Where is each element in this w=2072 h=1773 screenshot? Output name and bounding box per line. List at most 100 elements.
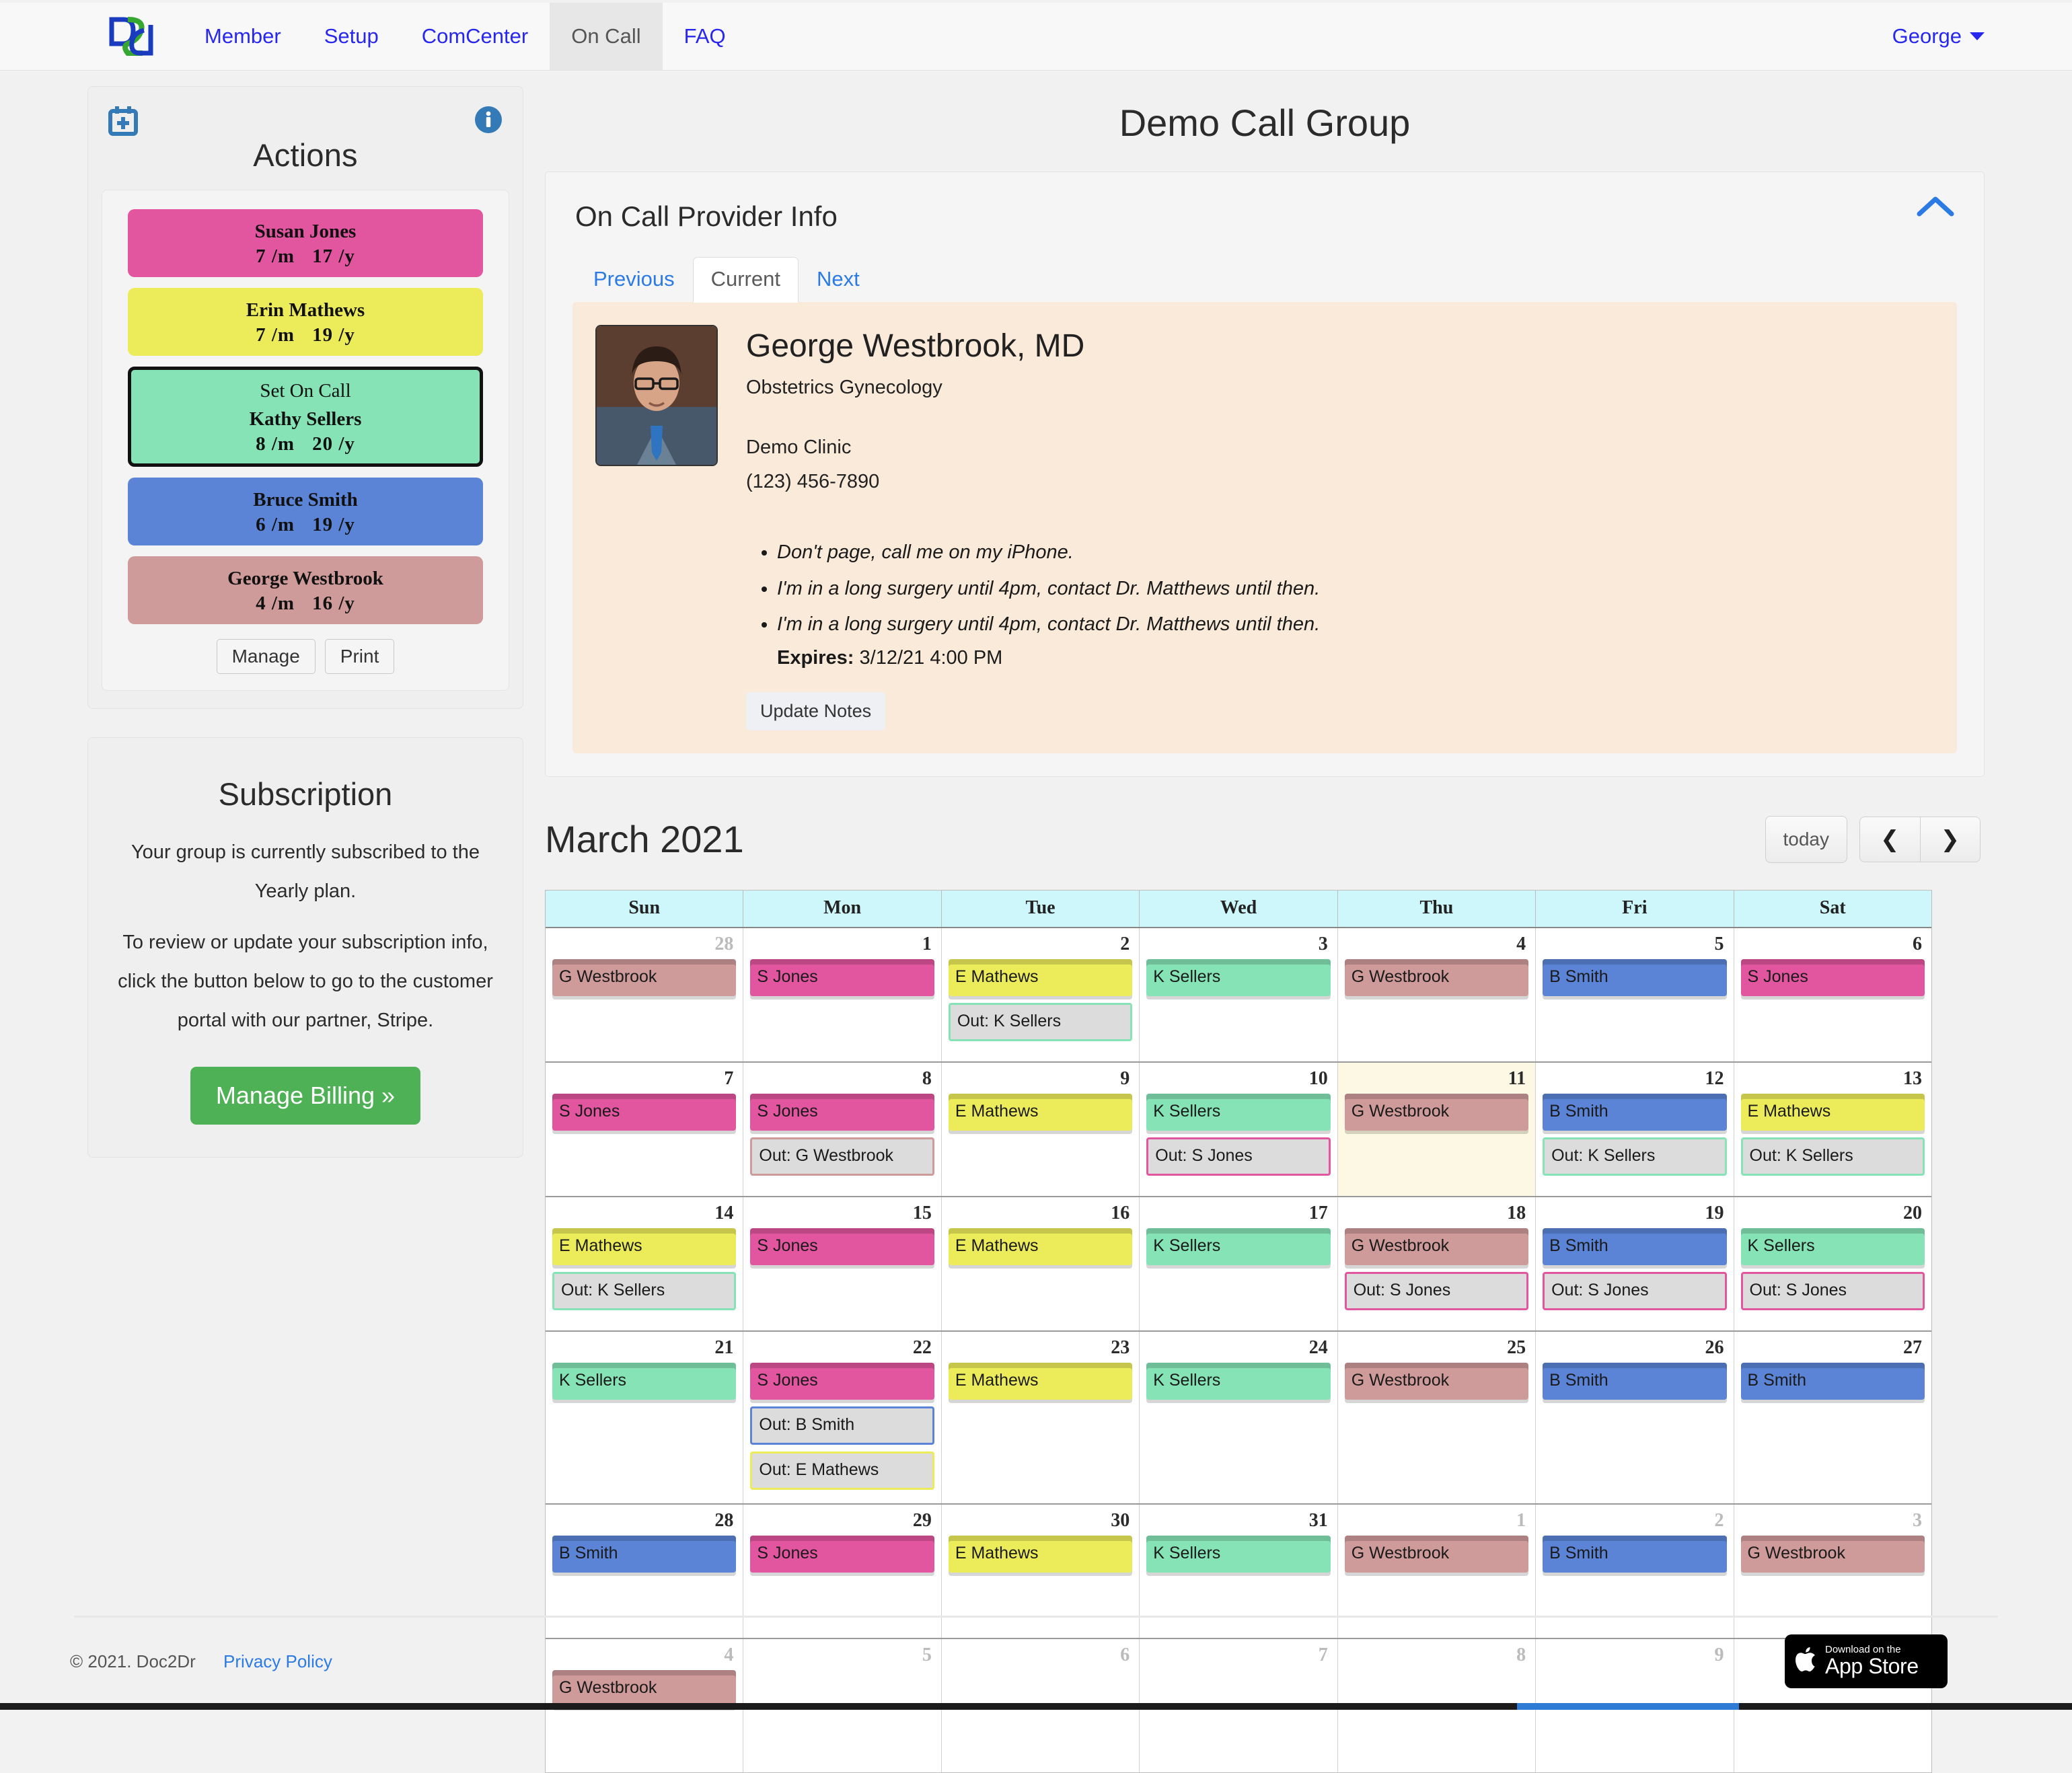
- calendar-oncall-event[interactable]: G Westbrook: [1740, 1535, 1925, 1573]
- calendar-out-event[interactable]: Out: S Jones: [1344, 1271, 1529, 1310]
- calendar-out-event[interactable]: Out: G Westbrook: [750, 1137, 934, 1176]
- calendar-out-event[interactable]: Out: E Mathews: [750, 1451, 934, 1490]
- calendar-oncall-event[interactable]: E Mathews: [948, 1535, 1133, 1573]
- logo-d2d[interactable]: [108, 15, 155, 57]
- calendar-oncall-event[interactable]: B Smith: [1740, 1362, 1925, 1400]
- calendar-oncall-event[interactable]: K Sellers: [1146, 1093, 1331, 1131]
- calendar-day-cell[interactable]: 16 E Mathews: [942, 1197, 1140, 1330]
- calendar-oncall-event[interactable]: B Smith: [552, 1535, 737, 1573]
- manage-billing-button[interactable]: Manage Billing »: [190, 1067, 421, 1125]
- calendar-day-cell[interactable]: 2 E Mathews Out: K Sellers: [942, 928, 1140, 1061]
- privacy-policy-link[interactable]: Privacy Policy: [223, 1651, 332, 1671]
- today-button[interactable]: today: [1765, 815, 1847, 863]
- calendar-day-cell[interactable]: 10 K Sellers Out: S Jones: [1140, 1062, 1338, 1196]
- calendar-day-cell[interactable]: 1 S Jones: [743, 928, 942, 1061]
- calendar-day-cell[interactable]: 20 K Sellers Out: S Jones: [1734, 1197, 1931, 1330]
- calendar-oncall-event[interactable]: G Westbrook: [1344, 1362, 1529, 1400]
- calendar-day-cell[interactable]: 4 G Westbrook: [1338, 928, 1537, 1061]
- calendar-oncall-event[interactable]: K Sellers: [552, 1362, 737, 1400]
- calendar-oncall-event[interactable]: G Westbrook: [1344, 1228, 1529, 1265]
- calendar-oncall-event[interactable]: G Westbrook: [1344, 958, 1529, 996]
- calendar-oncall-event[interactable]: E Mathews: [1740, 1093, 1925, 1131]
- info-circle-icon[interactable]: [474, 106, 503, 137]
- person-card[interactable]: Erin Mathews 7 /m 19 /y: [128, 288, 483, 356]
- update-notes-button[interactable]: Update Notes: [746, 691, 886, 730]
- nav-item-comcenter[interactable]: ComCenter: [400, 3, 550, 70]
- calendar-oncall-event[interactable]: S Jones: [1740, 958, 1925, 996]
- calendar-day-cell[interactable]: 22 S Jones Out: B Smith Out: E Mathews: [743, 1331, 942, 1503]
- calendar-oncall-event[interactable]: S Jones: [750, 1093, 934, 1131]
- calendar-oncall-event[interactable]: K Sellers: [1146, 958, 1331, 996]
- calendar-day-cell[interactable]: 12 B Smith Out: K Sellers: [1536, 1062, 1734, 1196]
- calendar-day-cell[interactable]: 28 G Westbrook: [546, 928, 744, 1061]
- nav-item-member[interactable]: Member: [183, 3, 303, 70]
- calendar-oncall-event[interactable]: S Jones: [750, 1228, 934, 1265]
- calendar-oncall-event[interactable]: B Smith: [1543, 1228, 1727, 1265]
- calendar-day-cell[interactable]: 27 B Smith: [1734, 1332, 1931, 1503]
- calendar-day-cell[interactable]: 14 E Mathews Out: K Sellers: [546, 1197, 744, 1330]
- calendar-day-cell[interactable]: 9 E Mathews: [942, 1062, 1140, 1196]
- nav-item-setup[interactable]: Setup: [303, 3, 400, 70]
- calendar-day-cell[interactable]: 23 E Mathews: [942, 1331, 1140, 1503]
- calendar-out-event[interactable]: Out: S Jones: [1740, 1271, 1925, 1310]
- manage-button[interactable]: Manage: [216, 639, 316, 675]
- person-card[interactable]: Set On Call Kathy Sellers 8 /m 20 /y: [128, 367, 483, 467]
- tab-next[interactable]: Next: [799, 257, 878, 303]
- chevron-up-icon[interactable]: [1917, 195, 1954, 221]
- calendar-day-cell[interactable]: 17 K Sellers: [1140, 1197, 1338, 1330]
- calendar-oncall-event[interactable]: G Westbrook: [1344, 1535, 1529, 1573]
- calendar-day-cell[interactable]: 25 G Westbrook: [1338, 1331, 1537, 1503]
- calendar-out-event[interactable]: Out: S Jones: [1543, 1271, 1727, 1310]
- calendar-oncall-event[interactable]: E Mathews: [948, 1228, 1133, 1265]
- calendar-oncall-event[interactable]: B Smith: [1543, 958, 1727, 996]
- person-card[interactable]: George Westbrook 4 /m 16 /y: [128, 556, 483, 625]
- calendar-day-cell[interactable]: 6 S Jones: [1734, 928, 1931, 1061]
- tab-current[interactable]: Current: [692, 257, 799, 303]
- calendar-out-event[interactable]: Out: K Sellers: [948, 1002, 1133, 1041]
- calendar-oncall-event[interactable]: K Sellers: [1146, 1535, 1331, 1573]
- chevron-left-icon[interactable]: ❮: [1860, 817, 1921, 862]
- calendar-oncall-event[interactable]: K Sellers: [1146, 1362, 1331, 1400]
- calendar-plus-icon[interactable]: [108, 106, 138, 140]
- calendar-out-event[interactable]: Out: B Smith: [750, 1406, 934, 1445]
- calendar-day-cell[interactable]: 11 G Westbrook: [1337, 1062, 1537, 1196]
- calendar-oncall-event[interactable]: K Sellers: [1146, 1228, 1331, 1265]
- calendar-day-cell[interactable]: 15 S Jones: [743, 1197, 942, 1330]
- calendar-day-cell[interactable]: 24 K Sellers: [1140, 1331, 1338, 1503]
- calendar-oncall-event[interactable]: E Mathews: [948, 1362, 1133, 1400]
- tab-previous[interactable]: Previous: [575, 257, 693, 303]
- person-card[interactable]: Bruce Smith 6 /m 19 /y: [128, 478, 483, 546]
- print-button[interactable]: Print: [324, 639, 395, 675]
- calendar-day-cell[interactable]: 7 S Jones: [546, 1062, 744, 1196]
- calendar-oncall-event[interactable]: K Sellers: [1740, 1228, 1925, 1265]
- calendar-day-cell[interactable]: 19 B Smith Out: S Jones: [1536, 1197, 1734, 1330]
- user-menu[interactable]: George: [1892, 24, 1985, 48]
- nav-item-faq[interactable]: FAQ: [663, 3, 747, 70]
- calendar-oncall-event[interactable]: S Jones: [750, 1535, 934, 1573]
- calendar-oncall-event[interactable]: E Mathews: [948, 958, 1133, 996]
- calendar-out-event[interactable]: Out: K Sellers: [552, 1271, 737, 1310]
- chevron-right-icon[interactable]: ❯: [1920, 817, 1980, 862]
- calendar-out-event[interactable]: Out: S Jones: [1146, 1137, 1331, 1176]
- calendar-oncall-event[interactable]: G Westbrook: [1344, 1093, 1529, 1131]
- calendar-oncall-event[interactable]: S Jones: [750, 1362, 934, 1400]
- calendar-oncall-event[interactable]: E Mathews: [552, 1228, 737, 1265]
- calendar-day-cell[interactable]: 5 B Smith: [1536, 928, 1734, 1061]
- calendar-out-event[interactable]: Out: K Sellers: [1740, 1137, 1925, 1176]
- calendar-oncall-event[interactable]: G Westbrook: [552, 958, 737, 996]
- calendar-day-cell[interactable]: 3 K Sellers: [1140, 928, 1338, 1061]
- calendar-day-cell[interactable]: 13 E Mathews Out: K Sellers: [1734, 1063, 1931, 1196]
- calendar-oncall-event[interactable]: S Jones: [750, 958, 934, 996]
- calendar-day-cell[interactable]: 18 G Westbrook Out: S Jones: [1338, 1197, 1537, 1330]
- calendar-oncall-event[interactable]: E Mathews: [948, 1093, 1133, 1131]
- person-card[interactable]: Susan Jones 7 /m 17 /y: [128, 209, 483, 278]
- calendar-day-cell[interactable]: 26 B Smith: [1536, 1331, 1734, 1503]
- calendar-oncall-event[interactable]: B Smith: [1543, 1535, 1727, 1573]
- calendar-day-cell[interactable]: 8 S Jones Out: G Westbrook: [743, 1062, 942, 1196]
- calendar-day-cell[interactable]: 21 K Sellers: [546, 1331, 744, 1503]
- calendar-oncall-event[interactable]: S Jones: [552, 1093, 737, 1131]
- calendar-oncall-event[interactable]: B Smith: [1543, 1093, 1727, 1131]
- nav-item-on-call[interactable]: On Call: [550, 3, 663, 70]
- calendar-out-event[interactable]: Out: K Sellers: [1543, 1137, 1727, 1176]
- calendar-oncall-event[interactable]: B Smith: [1543, 1362, 1727, 1400]
